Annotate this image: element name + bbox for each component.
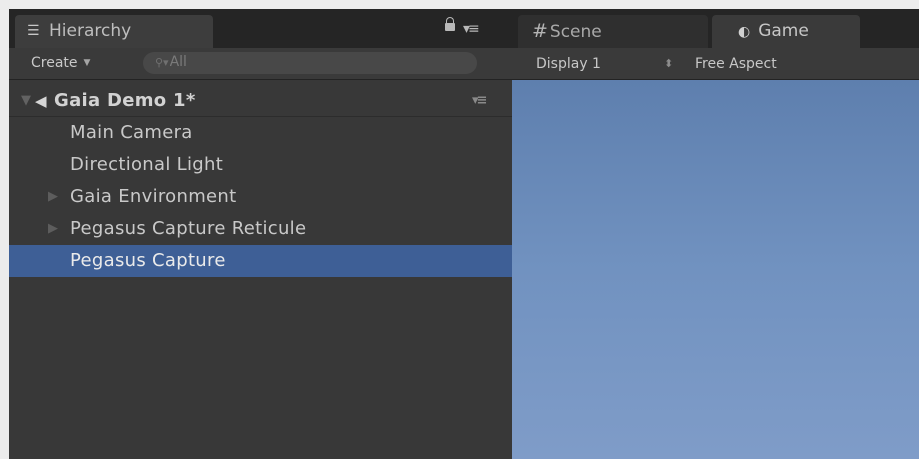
hierarchy-toolbar: Create ▼ ⚲▾ bbox=[9, 48, 512, 80]
create-dropdown-button[interactable]: Create ▼ bbox=[31, 53, 90, 73]
aspect-dropdown[interactable]: Free Aspect bbox=[695, 53, 777, 75]
scene-menu-icon[interactable]: ▾≡ bbox=[472, 85, 487, 117]
hierarchy-panel: ☰Hierarchy ▾≡ Create▼ ⚲▾ ▼ ◀ Gaia Demo 1… bbox=[9, 9, 512, 459]
tab-game-label: Game bbox=[758, 21, 809, 41]
hierarchy-search[interactable]: ⚲▾ bbox=[143, 52, 477, 74]
unity-scene-icon: ◀ bbox=[35, 92, 47, 110]
create-label: Create bbox=[31, 55, 78, 71]
foldout-expanded-icon[interactable]: ▼ bbox=[21, 85, 31, 117]
scene-row[interactable]: ▼ ◀ Gaia Demo 1* ▾≡ bbox=[9, 85, 512, 117]
game-toolbar: Display 1 ⬍ Free Aspect bbox=[512, 48, 919, 80]
hierarchy-item-label: Pegasus Capture bbox=[70, 250, 226, 271]
display-dropdown[interactable]: Display 1 bbox=[536, 53, 601, 75]
tab-scene[interactable]: # Scene bbox=[518, 15, 708, 48]
foldout-collapsed-icon[interactable]: ▶ bbox=[48, 181, 58, 213]
lock-icon[interactable] bbox=[445, 17, 455, 31]
game-view-panel: # Scene ◐ Game Display 1 ⬍ Free Aspect bbox=[512, 9, 919, 459]
dropdown-arrow-icon: ▼ bbox=[83, 58, 91, 68]
grid-icon: # bbox=[532, 20, 548, 42]
hierarchy-tab-bar: ☰ Hierarchy ▾≡ bbox=[9, 9, 512, 48]
hierarchy-item-label: Gaia Environment bbox=[70, 186, 237, 207]
hierarchy-item-label: Main Camera bbox=[70, 122, 193, 143]
list-icon: ☰ bbox=[27, 23, 40, 39]
tab-game[interactable]: ◐ Game bbox=[712, 15, 860, 48]
game-controller-icon: ◐ bbox=[738, 24, 751, 40]
hierarchy-item[interactable]: Main Camera bbox=[9, 117, 512, 149]
display-label: Display 1 bbox=[536, 56, 601, 72]
search-input[interactable] bbox=[169, 54, 430, 70]
hierarchy-item-label: Pegasus Capture Reticule bbox=[70, 218, 307, 239]
hierarchy-item-label: Directional Light bbox=[70, 154, 224, 175]
hierarchy-item[interactable]: ▶ Gaia Environment bbox=[9, 181, 512, 213]
unity-editor-window: ☰Hierarchy ▾≡ Create▼ ⚲▾ ▼ ◀ Gaia Demo 1… bbox=[0, 0, 919, 459]
view-tab-bar: # Scene ◐ Game bbox=[512, 9, 919, 48]
scene-name: Gaia Demo 1* bbox=[54, 90, 196, 111]
up-down-arrows-icon: ⬍ bbox=[664, 57, 674, 70]
hierarchy-item[interactable]: ▶ Pegasus Capture Reticule bbox=[9, 213, 512, 245]
aspect-label: Free Aspect bbox=[695, 56, 777, 72]
tab-hierarchy[interactable]: ☰ Hierarchy bbox=[15, 15, 213, 48]
tab-hierarchy-label: Hierarchy bbox=[49, 21, 132, 41]
hierarchy-item-selected[interactable]: Pegasus Capture bbox=[9, 245, 512, 277]
tab-scene-label: Scene bbox=[549, 22, 602, 42]
foldout-collapsed-icon[interactable]: ▶ bbox=[48, 213, 58, 245]
game-viewport[interactable] bbox=[512, 80, 919, 459]
panel-menu-icon[interactable]: ▾≡ bbox=[463, 21, 480, 37]
search-icon: ⚲▾ bbox=[155, 56, 169, 69]
hierarchy-item[interactable]: Directional Light bbox=[9, 149, 512, 181]
hierarchy-tree: ▼ ◀ Gaia Demo 1* ▾≡ Main Camera Directio… bbox=[9, 85, 512, 277]
